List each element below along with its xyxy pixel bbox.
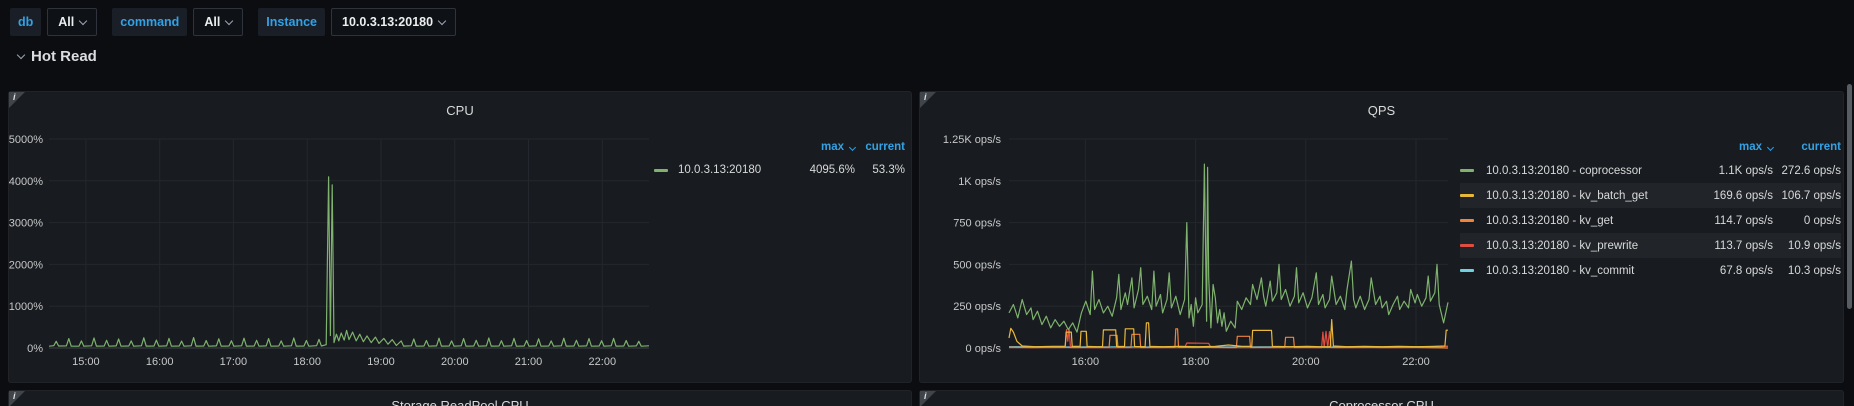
series-max-value: 169.6 ops/s xyxy=(1713,189,1773,202)
x-axis-label: 22:00 xyxy=(1402,356,1430,368)
instance-variable-label[interactable]: Instance xyxy=(258,8,326,36)
series-line xyxy=(1008,163,1449,333)
legend-row: 10.0.3.13:20180 - kv_batch_get 169.6 ops… xyxy=(1460,183,1841,208)
qps-legend: max current 10.0.3.13:20180 - coprocesso… xyxy=(1460,136,1841,283)
series-color-dash xyxy=(1460,219,1474,222)
x-axis-label: 18:00 xyxy=(1182,356,1210,368)
y-axis-label: 750 ops/s xyxy=(953,218,1001,230)
y-axis-label: 250 ops/s xyxy=(953,301,1001,313)
y-axis-label: 1000% xyxy=(9,301,43,313)
x-axis-label: 18:00 xyxy=(293,356,321,368)
legend-row: 10.0.3.13:20180 4095.6% 53.3% xyxy=(654,158,905,182)
x-axis-label: 17:00 xyxy=(220,356,248,368)
legend-sort-current[interactable]: current xyxy=(855,141,905,153)
y-axis-label: 1K ops/s xyxy=(958,176,1001,188)
x-axis-label: 20:00 xyxy=(1292,356,1320,368)
legend-sort-current[interactable]: current xyxy=(1773,141,1841,153)
cpu-legend: max current 10.0.3.13:20180 4095.6% 53.3… xyxy=(654,136,905,182)
series-color-dash xyxy=(1460,244,1474,247)
series-max-value: 4095.6% xyxy=(809,164,855,176)
panel-coprocessor-cpu: i Coprocessor CPU xyxy=(919,390,1844,406)
chevron-down-icon xyxy=(225,16,234,25)
x-axis-label: 22:00 xyxy=(589,356,617,368)
legend-sort-max[interactable]: max xyxy=(763,141,857,153)
variable-command: command All xyxy=(112,8,244,36)
series-name[interactable]: 10.0.3.13:20180 - kv_batch_get xyxy=(1486,190,1668,202)
y-axis-label: 500 ops/s xyxy=(953,259,1001,271)
panel-title-storage-readpool-cpu[interactable]: Storage ReadPool CPU xyxy=(9,398,911,406)
y-axis-label: 4000% xyxy=(9,176,43,188)
legend-row: 10.0.3.13:20180 - coprocessor 1.1K ops/s… xyxy=(1460,158,1841,183)
y-axis-label: 5000% xyxy=(9,134,43,146)
series-current-value: 53.3% xyxy=(872,164,905,176)
row-hot-read[interactable]: Hot Read xyxy=(12,48,97,65)
db-variable-value: All xyxy=(58,15,75,29)
legend-row: 10.0.3.13:20180 - kv_prewrite 113.7 ops/… xyxy=(1460,233,1841,258)
legend-row: 10.0.3.13:20180 - kv_commit 67.8 ops/s 1… xyxy=(1460,258,1841,283)
series-color-dash xyxy=(654,168,668,172)
x-axis-label: 21:00 xyxy=(515,356,543,368)
variable-instance: Instance 10.0.3.13:20180 xyxy=(258,8,457,36)
instance-variable-dropdown[interactable]: 10.0.3.13:20180 xyxy=(331,8,457,36)
command-variable-label[interactable]: command xyxy=(112,8,188,36)
x-axis-label: 16:00 xyxy=(1072,356,1100,368)
x-axis-label: 16:00 xyxy=(146,356,174,368)
x-axis-label: 15:00 xyxy=(72,356,100,368)
command-variable-dropdown[interactable]: All xyxy=(193,8,244,36)
series-current-value: 272.6 ops/s xyxy=(1781,164,1841,177)
series-color-dash xyxy=(1460,269,1474,272)
instance-variable-value: 10.0.3.13:20180 xyxy=(342,15,434,29)
legend-sort-max[interactable]: max xyxy=(1668,141,1775,153)
series-color-dash xyxy=(1460,194,1474,197)
y-axis-label: 0% xyxy=(27,343,43,355)
db-variable-dropdown[interactable]: All xyxy=(47,8,98,36)
chevron-down-icon xyxy=(79,16,88,25)
series-name[interactable]: 10.0.3.13:20180 xyxy=(678,164,763,176)
chevron-down-icon xyxy=(437,16,447,25)
series-color-dash xyxy=(1460,169,1474,172)
panel-storage-readpool-cpu: i Storage ReadPool CPU xyxy=(8,390,912,406)
series-max-value: 1.1K ops/s xyxy=(1718,164,1773,177)
x-axis-label: 19:00 xyxy=(367,356,395,368)
chevron-down-icon xyxy=(16,50,26,59)
legend-row: 10.0.3.13:20180 - kv_get 114.7 ops/s 0 o… xyxy=(1460,208,1841,233)
series-current-value: 106.7 ops/s xyxy=(1781,189,1841,202)
series-current-value: 10.3 ops/s xyxy=(1787,264,1841,277)
series-name[interactable]: 10.0.3.13:20180 - kv_commit xyxy=(1486,265,1668,277)
series-current-value: 10.9 ops/s xyxy=(1787,239,1841,252)
panel-cpu: i CPU 15:00 16:00 17:00 18:00 19:00 20:00 21:0… xyxy=(8,91,912,383)
series-name[interactable]: 10.0.3.13:20180 - kv_get xyxy=(1486,215,1668,227)
y-axis-label: 1.25K ops/s xyxy=(943,134,1002,146)
series-line xyxy=(48,176,650,347)
series-name[interactable]: 10.0.3.13:20180 - coprocessor xyxy=(1486,165,1668,177)
row-title: Hot Read xyxy=(31,48,97,65)
cpu-legend-header: max current xyxy=(654,136,905,158)
y-axis-label: 2000% xyxy=(9,259,43,271)
x-axis-label: 20:00 xyxy=(441,356,469,368)
series-current-value: 0 ops/s xyxy=(1803,214,1841,227)
qps-legend-header: max current xyxy=(1460,136,1841,158)
command-variable-value: All xyxy=(204,15,221,29)
variables-toolbar: db All command All Instance 10.0.3.13:20… xyxy=(10,8,457,36)
panel-title-coprocessor-cpu[interactable]: Coprocessor CPU xyxy=(920,398,1843,406)
db-variable-label[interactable]: db xyxy=(10,8,42,36)
series-max-value: 67.8 ops/s xyxy=(1719,264,1773,277)
dashboard-page: db All command All Instance 10.0.3.13:20… xyxy=(0,0,1854,406)
series-name[interactable]: 10.0.3.13:20180 - kv_prewrite xyxy=(1486,240,1668,252)
series-max-value: 114.7 ops/s xyxy=(1714,214,1773,227)
variable-db: db All xyxy=(10,8,98,36)
series-line xyxy=(1008,319,1448,348)
y-axis-label: 3000% xyxy=(9,218,43,230)
vertical-scrollbar[interactable] xyxy=(1847,84,1852,309)
series-max-value: 113.7 ops/s xyxy=(1714,239,1773,252)
panel-qps: i QPS 16:00 18:00 20:00 22:00 0 ops/s 250 ops… xyxy=(919,91,1844,383)
y-axis-label: 0 ops/s xyxy=(966,343,1002,355)
